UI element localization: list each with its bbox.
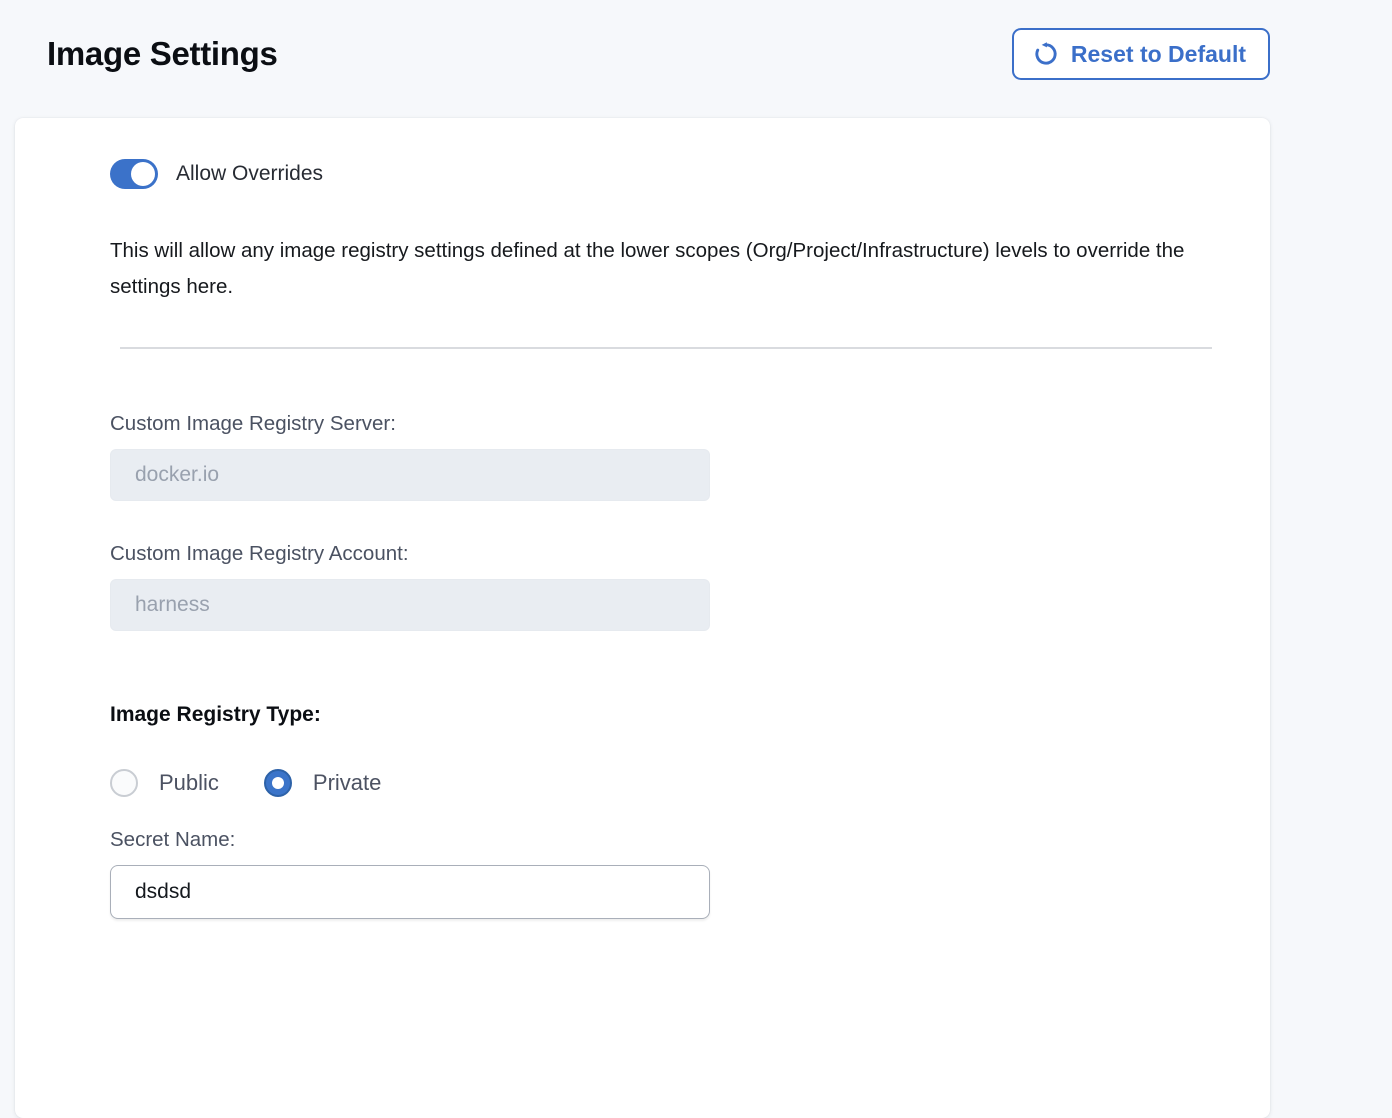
toggle-knob-icon — [131, 162, 155, 186]
reset-button-label: Reset to Default — [1071, 41, 1246, 68]
registry-server-label: Custom Image Registry Server: — [110, 411, 1220, 437]
radio-option-private[interactable]: Private — [264, 769, 381, 797]
registry-type-radio-group: Public Private — [110, 769, 1220, 797]
registry-account-input — [110, 579, 710, 631]
overrides-description: This will allow any image registry setti… — [110, 233, 1220, 305]
radio-selected-icon — [264, 769, 292, 797]
section-divider — [120, 347, 1212, 349]
registry-account-field: Custom Image Registry Account: — [110, 541, 1220, 631]
page-title: Image Settings — [47, 35, 278, 73]
image-settings-page: Image Settings Reset to Default Allow Ov… — [15, 0, 1270, 1118]
allow-overrides-label: Allow Overrides — [176, 162, 323, 186]
radio-option-public[interactable]: Public — [110, 769, 219, 797]
radio-public-label: Public — [159, 770, 219, 796]
radio-dot-icon — [272, 777, 284, 789]
registry-type-label: Image Registry Type: — [110, 701, 1220, 729]
page-header: Image Settings Reset to Default — [15, 0, 1270, 80]
radio-private-label: Private — [313, 770, 381, 796]
allow-overrides-toggle[interactable] — [110, 159, 158, 189]
registry-account-label: Custom Image Registry Account: — [110, 541, 1220, 567]
registry-server-input — [110, 449, 710, 501]
allow-overrides-row: Allow Overrides — [110, 159, 1220, 189]
secret-name-label: Secret Name: — [110, 827, 1220, 853]
registry-server-field: Custom Image Registry Server: — [110, 411, 1220, 501]
registry-type-section: Image Registry Type: Public Private — [110, 701, 1220, 797]
settings-card: Allow Overrides This will allow any imag… — [15, 118, 1270, 1118]
radio-unselected-icon — [110, 769, 138, 797]
secret-name-input[interactable] — [110, 865, 710, 919]
reset-icon — [1032, 40, 1060, 68]
reset-to-default-button[interactable]: Reset to Default — [1012, 28, 1270, 80]
secret-name-field: Secret Name: — [110, 827, 1220, 919]
